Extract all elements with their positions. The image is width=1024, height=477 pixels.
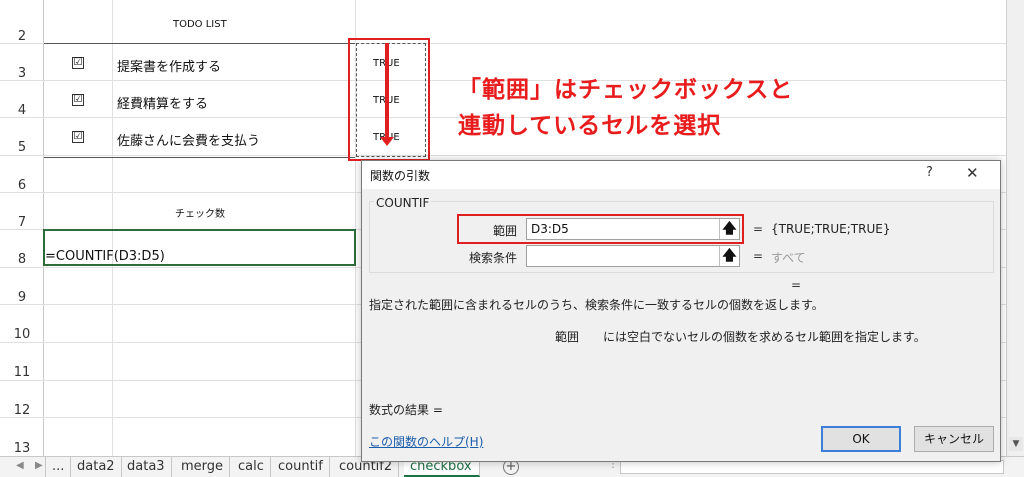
todo-list-header: TODO LIST xyxy=(173,19,227,30)
collapse-dialog-icon[interactable]: 🡅 xyxy=(719,246,739,266)
range-result: {TRUE;TRUE;TRUE} xyxy=(771,222,891,236)
function-result-equals: = xyxy=(791,278,802,292)
ok-button[interactable]: OK xyxy=(821,426,901,452)
row-number[interactable]: 4 xyxy=(0,103,44,118)
criteria-input[interactable] xyxy=(526,245,740,267)
row-number[interactable]: 9 xyxy=(0,290,44,305)
selection-arrow-head xyxy=(380,137,394,146)
row-number[interactable]: 12 xyxy=(0,403,44,418)
range-input-value: D3:D5 xyxy=(531,222,569,236)
equals-sign: = xyxy=(753,222,764,236)
row-number[interactable]: 2 xyxy=(0,29,44,44)
range-input[interactable]: D3:D5 xyxy=(526,218,740,240)
formula-cell[interactable]: =COUNTIF(D3:D5) xyxy=(45,249,165,264)
collapse-dialog-icon[interactable]: 🡅 xyxy=(719,219,739,239)
todo-checkbox-1[interactable]: ☑ xyxy=(72,57,84,69)
function-help-link[interactable]: この関数のヘルプ(H) xyxy=(369,433,483,450)
todo-task-3: 佐藤さんに会費を支払う xyxy=(117,134,261,149)
header-underline xyxy=(44,43,355,44)
row-number[interactable]: 3 xyxy=(0,66,44,81)
todo-checkbox-3[interactable]: ☑ xyxy=(72,131,84,143)
row-number[interactable]: 10 xyxy=(0,327,44,342)
tab-scroll-right-icon[interactable]: ▶ xyxy=(35,460,43,471)
count-header: チェック数 xyxy=(175,209,225,220)
selection-drag-arrow xyxy=(385,43,389,140)
annotation-line-1: 「範囲」はチェックボックスと xyxy=(458,77,794,103)
tab-countif[interactable]: countif xyxy=(272,457,330,477)
equals-sign: = xyxy=(753,249,764,263)
arg-label-criteria: 検索条件 xyxy=(468,251,517,265)
tab-data3[interactable]: data3 xyxy=(121,457,172,477)
row-number[interactable]: 5 xyxy=(0,140,44,155)
formula-result-label: 数式の結果 = xyxy=(369,403,443,417)
arg-help-name: 範囲 xyxy=(555,330,580,344)
scroll-down-icon[interactable]: ▼ xyxy=(1009,437,1023,451)
dialog-title: 関数の引数 xyxy=(370,169,431,183)
arg-help-text: には空白でないセルの個数を求めるセル範囲を指定します。 xyxy=(603,330,926,344)
row-number[interactable]: 8 xyxy=(0,252,44,267)
arg-label-range: 範囲 xyxy=(492,224,517,238)
row-number[interactable]: 6 xyxy=(0,178,44,193)
todo-task-1: 提案書を作成する xyxy=(117,60,222,75)
todo-task-2: 経費精算をする xyxy=(117,97,209,112)
function-arguments-dialog: 関数の引数 ? ✕ COUNTIF 範囲 D3:D5 🡅 = {TRUE;TRU… xyxy=(361,160,1001,462)
tab-more[interactable]: ... xyxy=(45,457,72,477)
help-icon[interactable]: ? xyxy=(926,165,933,180)
row-number[interactable]: 11 xyxy=(0,365,44,380)
close-icon[interactable]: ✕ xyxy=(966,164,979,182)
horizontal-scrollbar[interactable] xyxy=(620,460,1004,474)
function-description: 指定された範囲に含まれるセルのうち、検索条件に一致するセルの個数を返します。 xyxy=(369,298,824,312)
cancel-button[interactable]: キャンセル xyxy=(914,426,994,452)
criteria-result: すべて xyxy=(771,251,806,265)
list-bottom-border xyxy=(44,157,355,158)
row-divider xyxy=(0,155,1006,156)
row-number[interactable]: 7 xyxy=(0,215,44,230)
tab-data2[interactable]: data2 xyxy=(71,457,122,477)
function-name: COUNTIF xyxy=(374,196,432,210)
tab-scroll-left-icon[interactable]: ◀ xyxy=(16,460,24,471)
dialog-titlebar[interactable]: 関数の引数 ? ✕ xyxy=(362,161,1000,189)
column-divider xyxy=(112,0,113,456)
row-number[interactable]: 13 xyxy=(0,441,44,456)
annotation-line-2: 連動しているセルを選択 xyxy=(458,113,722,139)
todo-checkbox-2[interactable]: ☑ xyxy=(72,94,84,106)
tab-merge[interactable]: merge xyxy=(175,457,231,477)
vertical-scrollbar[interactable]: ▼ xyxy=(1006,0,1024,456)
tab-calc[interactable]: calc xyxy=(232,457,271,477)
